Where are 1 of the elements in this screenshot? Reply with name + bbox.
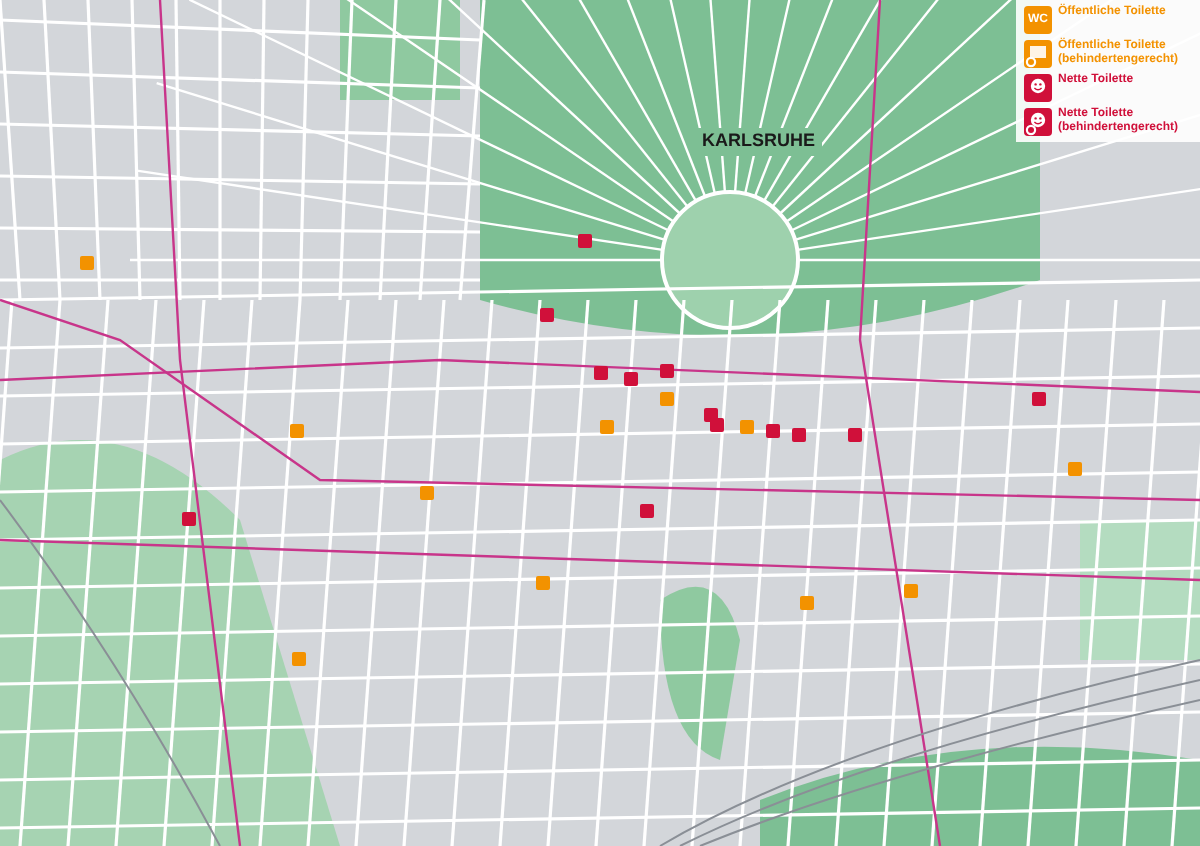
city-label: KARLSRUHE bbox=[696, 128, 822, 155]
